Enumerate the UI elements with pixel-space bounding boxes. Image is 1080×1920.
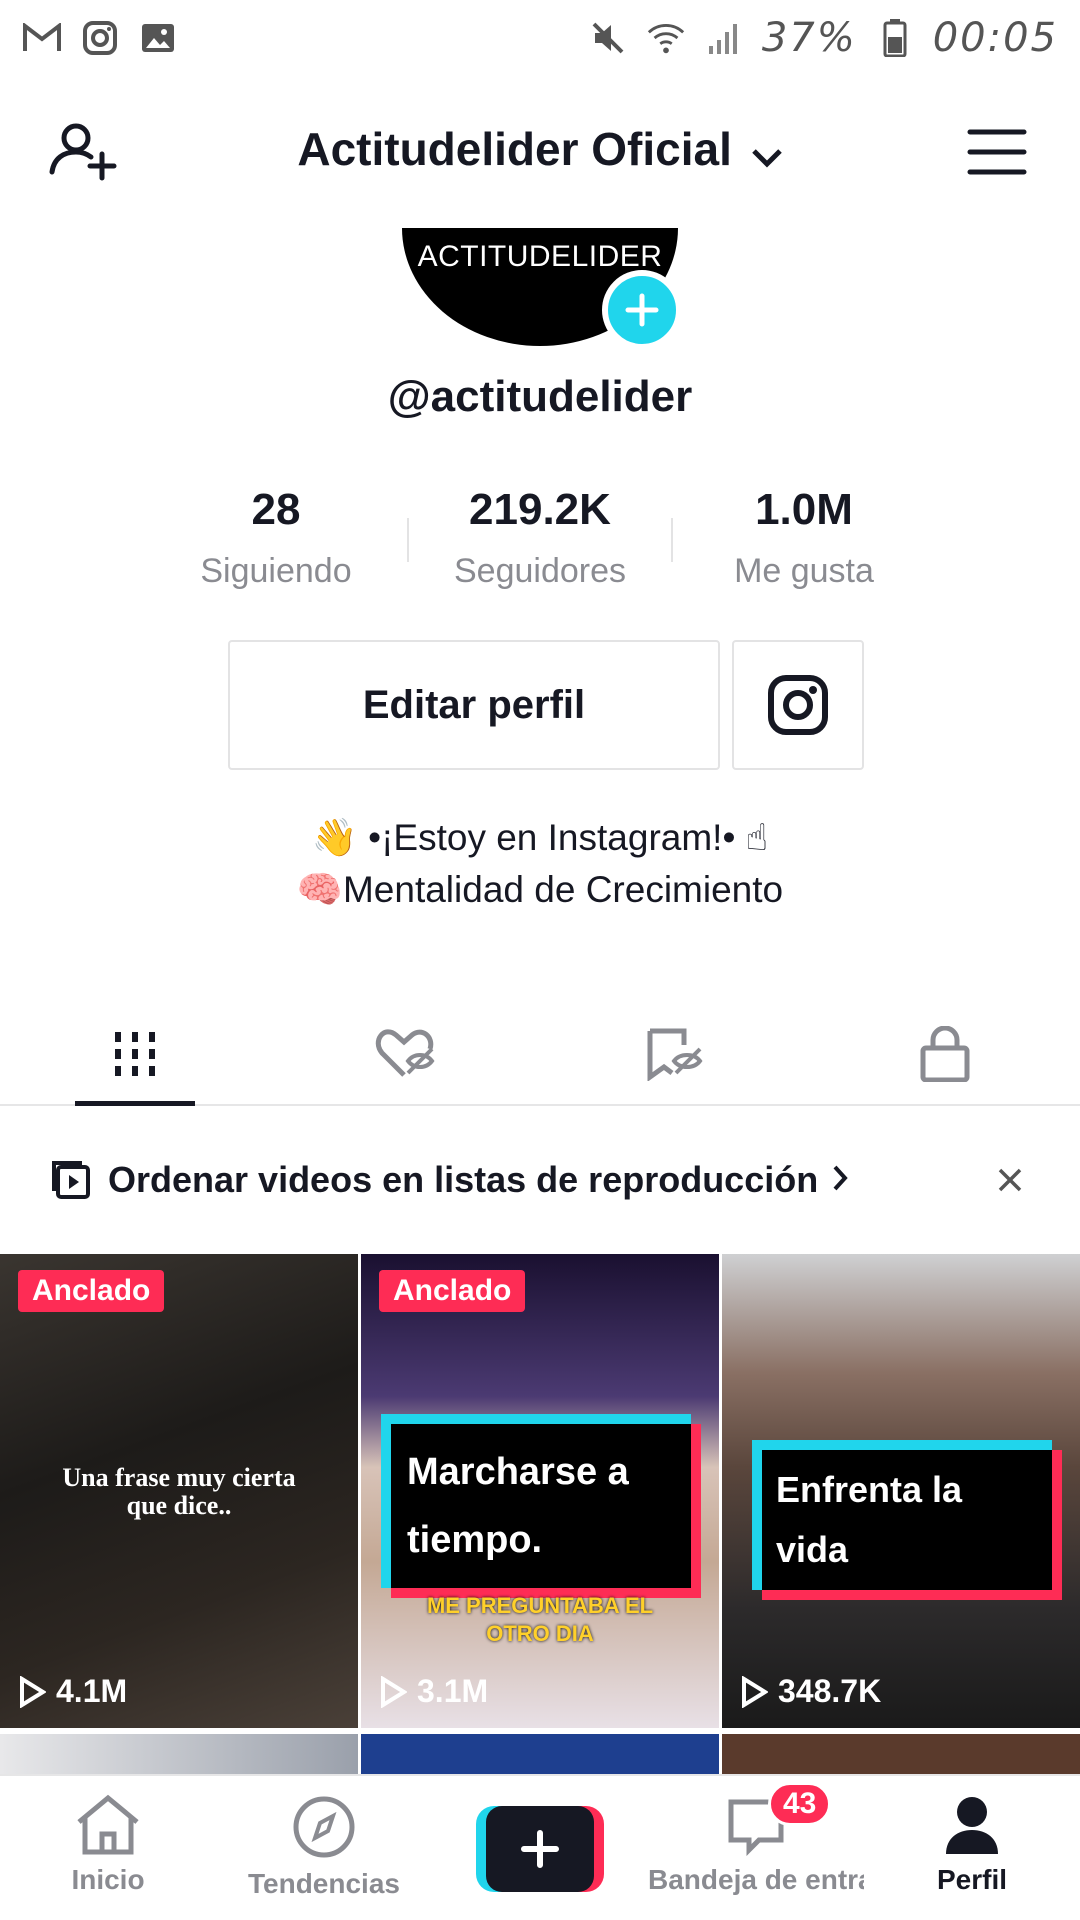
profile-icon <box>946 1797 998 1854</box>
video-tile[interactable] <box>361 1734 719 1774</box>
pinned-badge: Anclado <box>379 1270 526 1312</box>
video-tile[interactable]: Enfrenta la vida 348.7K <box>722 1254 1080 1728</box>
compass-icon <box>293 1796 355 1858</box>
gmail-icon <box>22 18 62 58</box>
stat-value: 219.2K <box>469 485 611 534</box>
play-icon <box>742 1675 768 1708</box>
bottom-nav: Inicio Tendencias 43 Bandeja de entra Pe… <box>0 1774 1080 1920</box>
video-tile[interactable]: Anclado Una frase muy cierta que dice.. … <box>0 1254 358 1728</box>
playlist-icon <box>50 1159 92 1201</box>
nav-label: Inicio <box>71 1864 145 1895</box>
status-bar: 37% 00:05 <box>0 0 1080 76</box>
view-count: 3.1M <box>379 1673 488 1710</box>
add-avatar-button[interactable] <box>602 270 682 350</box>
profile-header: Actitudelider Oficial <box>0 100 1080 200</box>
battery-percent: 37% <box>761 15 857 61</box>
stat-label: Siguiendo <box>200 552 352 590</box>
stat-followers[interactable]: 219.2K Seguidores <box>409 480 671 591</box>
chevron-down-icon <box>751 126 783 180</box>
image-icon <box>138 18 178 58</box>
close-icon[interactable] <box>990 1160 1030 1200</box>
inbox-badge: 43 <box>768 1782 832 1826</box>
nav-discover[interactable]: Tendencias <box>216 1776 432 1920</box>
bio-line: 🧠Mentalidad de Crecimiento <box>296 869 784 910</box>
liked-hidden-icon <box>375 1029 435 1077</box>
video-caption: Una frase muy cierta que dice.. <box>62 1463 296 1520</box>
nav-create[interactable] <box>432 1776 648 1920</box>
play-icon <box>381 1675 407 1708</box>
nav-inbox[interactable]: 43 Bandeja de entra <box>648 1776 864 1920</box>
username: @actitudelider <box>387 372 693 421</box>
playlist-banner[interactable]: Ordenar videos en listas de reproducción <box>0 1140 1080 1220</box>
nav-label: Perfil <box>936 1864 1008 1895</box>
bio: 👋 •¡Estoy en Instagram!• ☝ 🧠Mentalidad d… <box>0 812 1080 916</box>
nav-label: Bandeja de entra <box>648 1864 864 1895</box>
stat-likes[interactable]: 1.0M Me gusta <box>673 480 935 591</box>
favorites-hidden-icon <box>647 1028 703 1081</box>
tab-liked[interactable] <box>270 1004 540 1104</box>
view-count: 4.1M <box>18 1673 127 1710</box>
stat-following[interactable]: 28 Siguiendo <box>145 480 407 591</box>
stat-value: 1.0M <box>755 485 853 534</box>
play-icon <box>20 1675 46 1708</box>
view-count-value: 3.1M <box>417 1673 489 1709</box>
playlist-banner-text: Ordenar videos en listas de reproducción <box>108 1159 819 1200</box>
profile-stats: 28 Siguiendo 219.2K Seguidores 1.0M Me g… <box>0 480 1080 591</box>
profile-tabs <box>0 1004 1080 1106</box>
tab-videos[interactable] <box>0 1004 270 1106</box>
account-name: Actitudelider Oficial <box>297 123 732 175</box>
signal-icon <box>704 18 744 58</box>
view-count-value: 4.1M <box>56 1673 128 1709</box>
wifi-icon <box>646 18 686 58</box>
tab-favorites[interactable] <box>540 1004 810 1104</box>
stat-value: 28 <box>251 485 301 534</box>
view-count: 348.7K <box>740 1673 881 1710</box>
tab-private[interactable] <box>810 1004 1080 1104</box>
create-button[interactable] <box>476 1806 604 1892</box>
stat-label: Me gusta <box>734 552 874 590</box>
instagram-link-button[interactable] <box>732 640 864 770</box>
plus-icon <box>521 1830 559 1868</box>
battery-icon <box>875 18 915 58</box>
plus-icon <box>625 293 659 327</box>
home-icon <box>77 1794 139 1855</box>
video-subcaption: ME PREGUNTABA EL OTRO DIA <box>426 1593 654 1646</box>
video-tile[interactable] <box>0 1734 358 1774</box>
pinned-badge: Anclado <box>18 1270 165 1312</box>
nav-home[interactable]: Inicio <box>0 1776 216 1920</box>
mute-icon <box>588 18 628 58</box>
private-lock-icon <box>920 1026 970 1082</box>
bio-line: 👋 •¡Estoy en Instagram!• ☝ <box>311 817 769 858</box>
videos-grid-icon <box>115 1032 155 1076</box>
instagram-icon <box>80 18 120 58</box>
clock: 00:05 <box>932 15 1058 61</box>
view-count-value: 348.7K <box>778 1673 882 1709</box>
video-caption: Enfrenta la vida <box>752 1440 1052 1590</box>
instagram-icon <box>768 675 828 735</box>
video-tile[interactable] <box>722 1734 1080 1774</box>
nav-profile[interactable]: Perfil <box>864 1776 1080 1920</box>
avatar[interactable]: ACTITUDELIDER <box>402 228 682 350</box>
video-grid: Anclado Una frase muy cierta que dice.. … <box>0 1254 1080 1774</box>
edit-profile-button[interactable]: Editar perfil <box>228 640 720 770</box>
video-tile[interactable]: Anclado Marcharse a tiempo. ME PREGUNTAB… <box>361 1254 719 1728</box>
stat-label: Seguidores <box>453 552 626 590</box>
menu-icon[interactable] <box>966 124 1028 180</box>
video-caption: Marcharse a tiempo. <box>381 1414 691 1588</box>
nav-label: Tendencias <box>248 1868 400 1899</box>
chevron-right-icon <box>832 1164 848 1197</box>
account-switcher[interactable]: Actitudelider Oficial <box>0 122 1080 180</box>
